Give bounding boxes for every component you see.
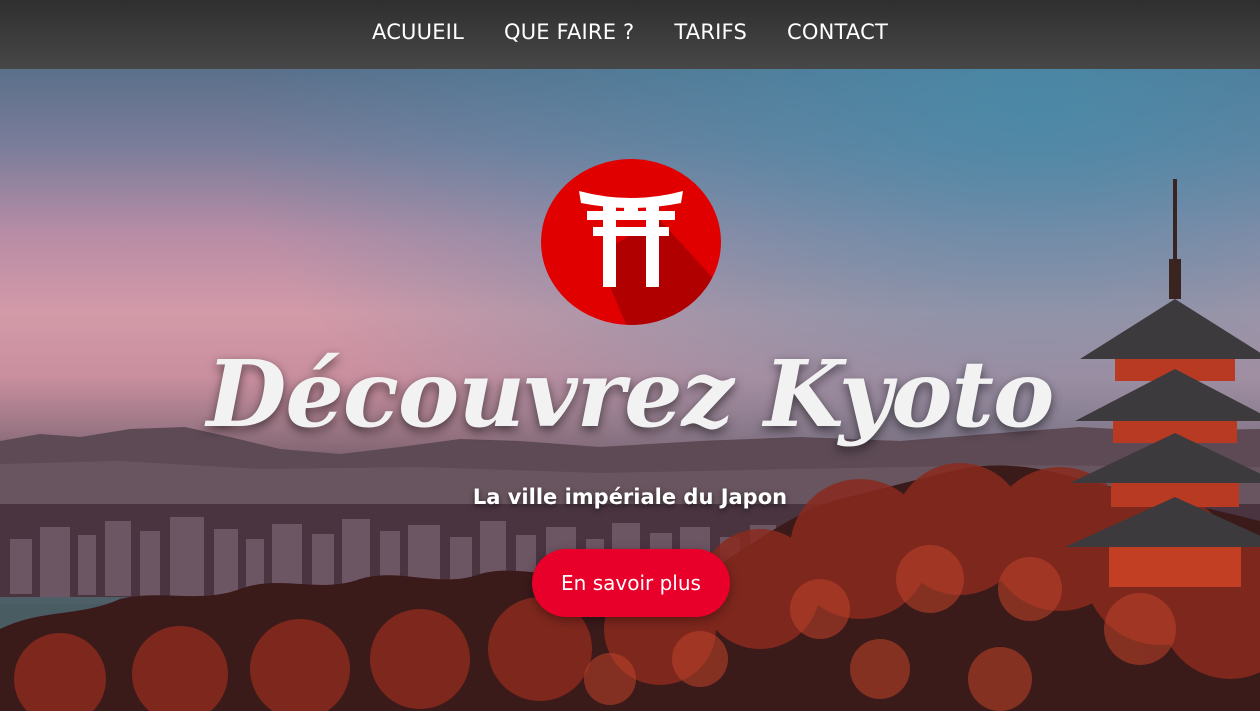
nav-menu: ACUUEIL QUE FAIRE ? TARIFS CONTACT: [372, 20, 888, 44]
top-navbar: ACUUEIL QUE FAIRE ? TARIFS CONTACT: [0, 0, 1260, 69]
page: ACUUEIL QUE FAIRE ? TARIFS CONTACT Décou…: [0, 0, 1260, 711]
hero-content: Découvrez Kyoto La ville impériale du Ja…: [0, 69, 1260, 711]
nav-item-que-faire[interactable]: QUE FAIRE ?: [504, 20, 634, 44]
nav-item-accueil[interactable]: ACUUEIL: [372, 20, 464, 44]
nav-item-contact[interactable]: CONTACT: [787, 20, 888, 44]
learn-more-button[interactable]: En savoir plus: [532, 549, 730, 617]
hero-title: Découvrez Kyoto: [206, 340, 1055, 448]
nav-item-tarifs[interactable]: TARIFS: [674, 20, 747, 44]
hero-section: Découvrez Kyoto La ville impériale du Ja…: [0, 69, 1260, 711]
hero-subtitle: La ville impériale du Japon: [472, 485, 788, 509]
torii-gate-icon: [541, 159, 721, 325]
